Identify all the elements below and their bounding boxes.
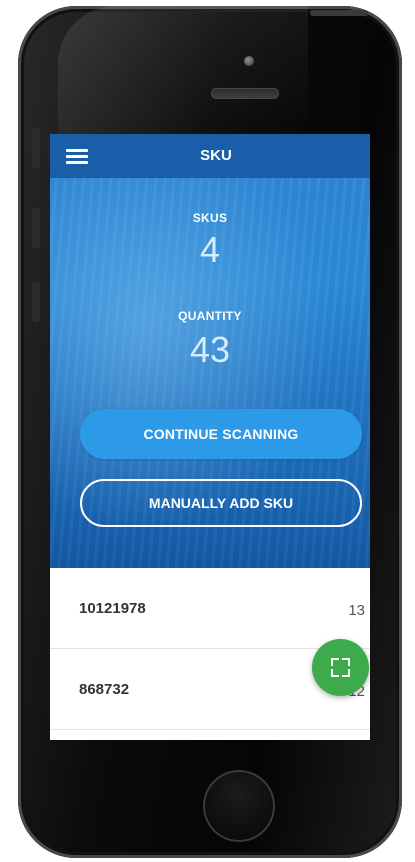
sku-quantity: 13 [348, 602, 365, 619]
list-item[interactable]: 10121978 13 [50, 568, 370, 649]
skus-count: 4 [199, 229, 221, 270]
page-title: SKU [200, 147, 232, 164]
mute-switch [32, 128, 40, 168]
power-button [310, 10, 368, 16]
summary-header: SKU SKUS 4 QUANTITY 43 CONTINUE SCANNING… [50, 134, 370, 568]
sku-code: 868732 [79, 681, 130, 698]
volume-up-button [32, 208, 40, 248]
app-bar: SKU [50, 134, 370, 178]
scan-fab-button[interactable] [312, 639, 369, 696]
scan-frame-icon [331, 658, 350, 677]
continue-scanning-button[interactable]: CONTINUE SCANNING [80, 409, 362, 459]
app-screen: SKU SKUS 4 QUANTITY 43 CONTINUE SCANNING… [50, 134, 370, 740]
volume-down-button [32, 282, 40, 322]
quantity-label: QUANTITY [178, 309, 242, 323]
home-button[interactable] [203, 770, 275, 842]
manually-add-sku-button[interactable]: MANUALLY ADD SKU [80, 479, 362, 527]
skus-label: SKUS [192, 211, 228, 225]
front-camera [244, 56, 254, 66]
quantity-count: 43 [189, 329, 231, 370]
sku-code: 10121978 [79, 600, 146, 617]
earpiece-speaker [211, 88, 279, 99]
